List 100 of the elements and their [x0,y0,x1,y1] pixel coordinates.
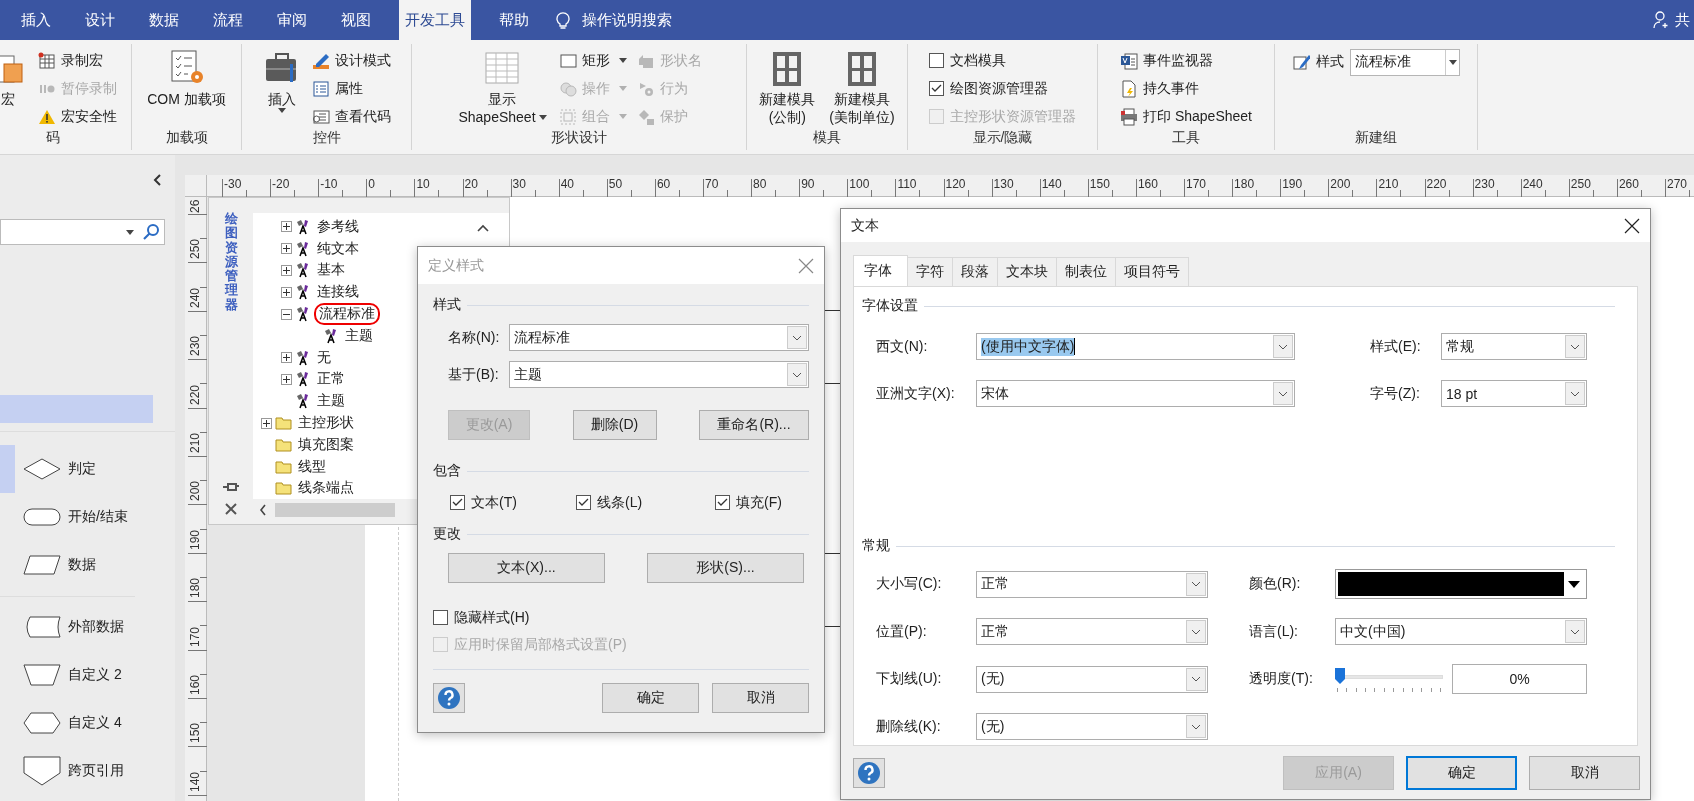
ribbon-button[interactable]: 查看代码 [312,106,391,127]
based-on-combo[interactable]: 主题 [509,361,809,388]
tree-item[interactable]: 纯文本 [314,239,362,258]
dropdown-field[interactable]: 正常 [976,570,1208,598]
dropdown-field[interactable]: (无) [976,665,1208,693]
expand-toggle[interactable] [281,265,292,276]
expand-toggle[interactable] [281,286,292,298]
checkbox[interactable] [715,495,730,510]
ribbon-large-button[interactable]: 插入 [262,46,302,129]
stencil-shape[interactable]: 自定义 2 [0,651,175,699]
dropdown-field[interactable]: 18 pt [1441,380,1587,407]
ribbon-button[interactable]: 属性 [312,78,391,99]
value-field[interactable]: 0% [1452,664,1587,694]
ruler-corner [185,175,207,197]
tree-item[interactable]: 线条端点 [295,479,357,498]
tree-item[interactable]: 连接线 [314,283,362,302]
pin-icon[interactable] [223,481,239,493]
scrollbar-thumb[interactable] [275,503,395,518]
dropdown-field[interactable]: 正常 [976,618,1208,645]
stencil-shape[interactable]: 跨页引用 [0,747,175,795]
dropdown-field[interactable]: 中文(中国) [1335,618,1587,645]
help-button[interactable] [853,758,885,788]
dropdown-field[interactable]: (无) [976,713,1208,740]
expand-toggle[interactable] [281,243,292,255]
dialog-tab[interactable]: 字体 [853,255,908,286]
ribbon-large-button[interactable]: 宏 [0,46,28,129]
ribbon-button[interactable]: 录制宏 [38,50,117,71]
slider-thumb[interactable] [1335,668,1345,684]
dropdown-field[interactable]: 常规 [1441,333,1587,360]
checkbox[interactable] [450,495,465,510]
ribbon-button[interactable]: 矩形 [558,50,627,71]
cancel-button[interactable]: 取消 [712,683,809,713]
dialog-button[interactable]: 确定 [1406,756,1517,790]
dialog-button[interactable]: 取消 [1529,756,1640,790]
tree-item[interactable]: 线型 [295,457,329,476]
tree-item[interactable]: 正常 [314,370,348,389]
transparency-slider[interactable] [1335,666,1443,692]
tree-item[interactable]: 主题 [342,326,376,345]
stencil-shape[interactable]: 外部数据 [0,603,175,651]
help-button[interactable] [433,683,465,713]
stencil-shape[interactable]: 自定义 4 [0,699,175,747]
ribbon-tab[interactable]: 帮助 [482,0,546,40]
ok-button[interactable]: 确定 [602,683,699,713]
collapse-icon[interactable] [153,174,161,186]
color-picker[interactable] [1335,569,1587,599]
ribbon-tab[interactable]: 开发工具 [399,0,471,40]
collapse-toggle[interactable] [281,308,292,320]
printer-icon [1120,107,1138,126]
person-add-icon[interactable] [1653,11,1671,29]
style-combo[interactable]: 流程标准 [1350,48,1460,76]
checkbox-label: 应用时保留局部格式设置(P) [454,635,627,654]
tree-item[interactable]: 无 [314,348,334,367]
expand-toggle[interactable] [261,417,272,429]
dialog-button[interactable]: 文本(X)... [448,553,605,583]
dropdown-field[interactable]: (使用中文字体) [976,333,1295,360]
checkbox[interactable] [929,81,944,96]
search-field[interactable] [0,219,165,245]
ribbon-button[interactable]: 持久事件 [1120,78,1252,99]
tree-item[interactable]: 流程标准 [314,303,380,326]
dropdown-field[interactable]: 宋体 [976,380,1295,407]
chevron-icon [1191,581,1201,587]
tree-item[interactable]: 基本 [314,261,348,280]
tree-item[interactable]: 参考线 [314,217,362,236]
close-icon[interactable] [225,503,237,515]
ribbon-button[interactable]: 宏安全性 [38,106,117,127]
ribbon-button[interactable]: 事件监视器 [1120,50,1252,71]
ribbon-large-button[interactable]: 新建模具 (美制单位) [827,46,897,129]
ribbon-tab[interactable]: 插入 [4,0,68,40]
checkbox[interactable] [576,495,591,510]
ribbon-large-button[interactable]: 显示 ShapeSheet [456,46,549,129]
caret-icon[interactable] [1568,580,1580,588]
tree-item[interactable]: 填充图案 [295,435,357,454]
scroll-up-icon[interactable] [477,224,489,232]
expand-toggle[interactable] [281,352,292,364]
expand-toggle[interactable] [281,373,292,385]
ribbon-button[interactable]: 设计模式 [312,50,391,71]
ribbon-large-button[interactable]: COM 加载项 [145,46,228,129]
dialog-button[interactable]: 重命名(R)... [699,410,809,440]
ribbon-tab[interactable]: 审阅 [260,0,324,40]
dialog-button[interactable]: 形状(S)... [647,553,804,583]
name-combo[interactable]: 流程标准 [509,324,809,351]
dialog-button[interactable]: 删除(D) [572,410,657,440]
tree-item[interactable]: 主题 [314,392,348,411]
checkbox[interactable] [929,53,944,68]
ribbon-large-button[interactable]: 新建模具 (公制) [757,46,818,129]
tell-me-search[interactable]: 操作说明搜索 [582,10,672,30]
stencil-shape[interactable]: 开始/结束 [0,493,175,541]
ribbon-tab[interactable]: 数据 [132,0,196,40]
search-icon[interactable] [142,223,160,241]
ribbon-tab[interactable]: 设计 [68,0,132,40]
dialog-tab[interactable]: 项目符号 [1115,257,1189,286]
close-icon[interactable] [1624,217,1640,234]
checkbox[interactable] [433,610,448,625]
ribbon-tab[interactable]: 视图 [324,0,388,40]
tree-item[interactable]: 主控形状 [295,414,357,433]
expand-toggle[interactable] [281,221,292,233]
ribbon-tab[interactable]: 流程 [196,0,260,40]
scroll-left-icon[interactable] [259,504,267,517]
ribbon-button[interactable]: 打印 ShapeSheet [1120,106,1252,127]
share-label[interactable]: 共 [1675,10,1690,30]
